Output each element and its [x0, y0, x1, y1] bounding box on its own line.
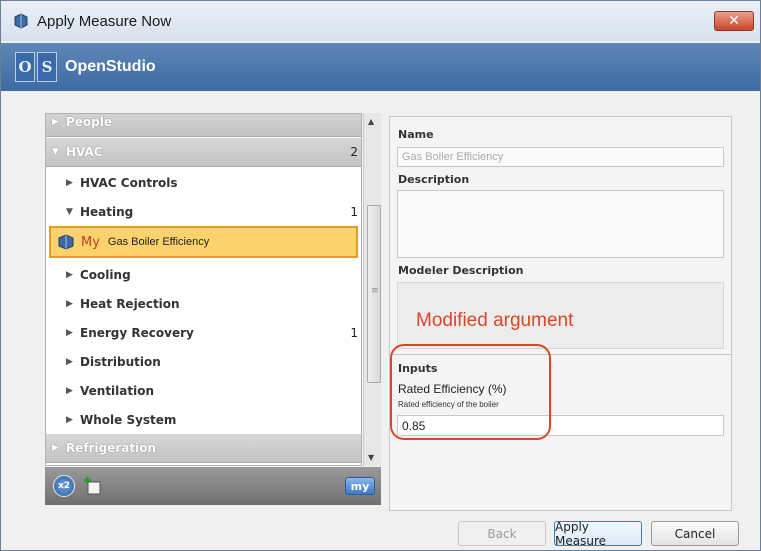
selected-measure-name: Gas Boiler Efficiency [107, 236, 210, 248]
scroll-up-icon[interactable]: ▲ [368, 117, 374, 126]
tree-item-ventilation[interactable]: ▶ Ventilation [46, 376, 361, 405]
modeler-description-label: Modeler Description [398, 264, 524, 277]
tree-label: Whole System [80, 412, 177, 427]
scroll-thumb[interactable]: ≡ [367, 205, 381, 383]
description-label: Description [398, 173, 470, 186]
cancel-button[interactable]: Cancel [651, 521, 739, 546]
description-field[interactable] [397, 190, 724, 258]
banner-title: OpenStudio [65, 58, 156, 75]
tree-label: Cooling [80, 267, 131, 282]
openstudio-logo: O S [15, 52, 57, 82]
scroll-down-icon[interactable]: ▼ [368, 453, 374, 462]
apply-measure-dialog: Apply Measure Now ✕ O S OpenStudio ▶ Peo… [0, 0, 761, 551]
selected-measure-row[interactable]: My Gas Boiler Efficiency [49, 226, 358, 258]
collapsed-arrow-icon: ▶ [66, 298, 73, 309]
my-measures-button[interactable]: my [345, 477, 375, 495]
collapsed-arrow-icon: ▶ [66, 385, 73, 396]
openstudio-banner: O S OpenStudio [1, 43, 760, 91]
expanded-arrow-icon: ▼ [52, 147, 59, 157]
tree-label: People [66, 115, 113, 129]
collapsed-arrow-icon: ▶ [66, 269, 73, 280]
tree-label: Energy Recovery [80, 325, 194, 340]
tree-scrollbar[interactable]: ▲ ≡ ▼ [363, 113, 381, 466]
tree-item-heating[interactable]: ▼ Heating 1 [46, 197, 361, 226]
tree-item-distribution[interactable]: ▶ Distribution [46, 347, 361, 376]
logo-letter-s: S [37, 52, 57, 82]
inputs-highlight-annotation [390, 344, 551, 440]
my-measure-tag: My [81, 234, 100, 250]
collapsed-arrow-icon: ▶ [66, 356, 73, 367]
collapsed-arrow-icon: ▶ [66, 177, 73, 188]
tree-item-cooling[interactable]: ▶ Cooling [46, 260, 361, 289]
tree-category-hvac[interactable]: ▼ HVAC 2 [46, 138, 361, 167]
measure-tree: ▶ People ▼ HVAC 2 ▶ HVAC Controls ▼ Heat… [45, 113, 362, 466]
tree-label: HVAC Controls [80, 175, 178, 190]
title-bar: Apply Measure Now ✕ [1, 1, 760, 41]
tree-label: Distribution [80, 354, 161, 369]
tree-label: HVAC [66, 145, 103, 159]
tree-count: 2 [350, 145, 358, 159]
add-measure-icon[interactable] [83, 476, 103, 496]
bcl-download-icon[interactable]: x2 [53, 475, 75, 497]
tree-item-whole-system[interactable]: ▶ Whole System [46, 405, 361, 434]
modified-argument-annotation: Modified argument [416, 310, 574, 331]
name-label: Name [398, 128, 434, 141]
tree-label: Heating [80, 204, 134, 219]
close-icon: ✕ [728, 13, 740, 29]
tree-label: Refrigeration [66, 441, 157, 455]
measure-icon [58, 234, 74, 250]
tree-item-hvac-controls[interactable]: ▶ HVAC Controls [46, 168, 361, 197]
tree-toolbar: x2 my [45, 467, 381, 505]
logo-letter-o: O [15, 52, 35, 82]
measure-icon [14, 13, 28, 29]
close-button[interactable]: ✕ [714, 11, 754, 31]
tree-label: Ventilation [80, 383, 155, 398]
collapsed-arrow-icon: ▶ [52, 443, 59, 453]
measure-details-panel: Name Gas Boiler Efficiency Description M… [389, 116, 732, 511]
tree-count: 1 [350, 325, 358, 340]
tree-count: 1 [350, 204, 358, 219]
collapsed-arrow-icon: ▶ [52, 117, 59, 127]
apply-measure-button[interactable]: Apply Measure [554, 520, 642, 548]
tree-item-energy-recovery[interactable]: ▶ Energy Recovery 1 [46, 318, 361, 347]
grip-icon: ≡ [371, 286, 379, 296]
tree-label: Heat Rejection [80, 296, 180, 311]
tree-category-people[interactable]: ▶ People [46, 114, 361, 137]
expanded-arrow-icon: ▼ [66, 206, 73, 217]
tree-category-refrigeration[interactable]: ▶ Refrigeration [46, 434, 361, 463]
collapsed-arrow-icon: ▶ [66, 327, 73, 338]
collapsed-arrow-icon: ▶ [66, 414, 73, 425]
tree-item-heat-rejection[interactable]: ▶ Heat Rejection [46, 289, 361, 318]
back-button[interactable]: Back [458, 521, 546, 546]
name-field[interactable]: Gas Boiler Efficiency [397, 147, 724, 167]
window-title: Apply Measure Now [37, 12, 172, 30]
